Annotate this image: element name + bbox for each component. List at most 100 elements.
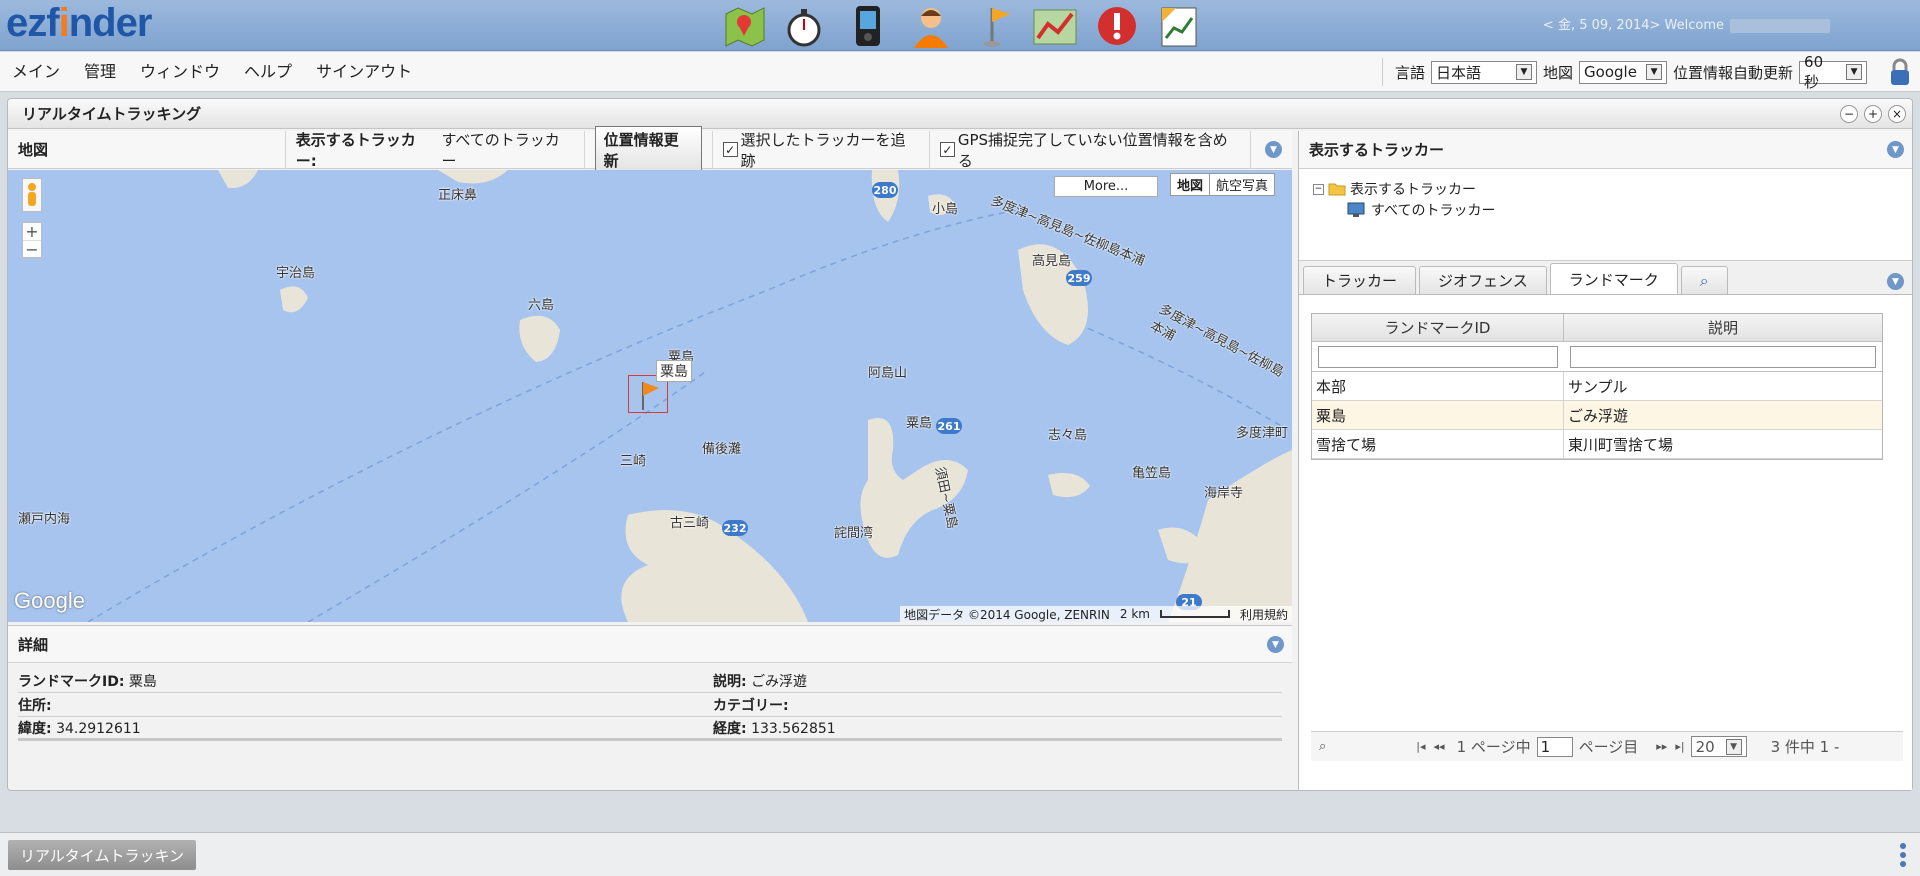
map-section-title: 地図 <box>8 130 286 169</box>
map-place-label: 備後灘 <box>702 442 742 457</box>
marker-label: 粟島 <box>656 360 692 382</box>
detail-longitude: 133.562851 <box>751 720 836 737</box>
maximize-button[interactable]: + <box>1864 105 1882 123</box>
road-number-marker: 232 <box>722 520 748 536</box>
realtime-tracking-panel: リアルタイムトラッキング − + × 地図 表示するトラッカー: すべてのトラッカ… <box>7 98 1913 791</box>
language-label: 言語 <box>1395 63 1426 82</box>
cell-landmark-id: 本部 <box>1312 372 1564 400</box>
menu-item[interactable]: 管理 <box>84 52 116 92</box>
user-icon[interactable] <box>906 2 956 50</box>
tab-landmarks[interactable]: ランドマーク <box>1549 263 1678 294</box>
map-place-label: 正床鼻 <box>438 188 478 203</box>
auto-refresh-label: 位置情報自動更新 <box>1673 63 1794 82</box>
filter-landmark-id-input[interactable] <box>1318 345 1558 368</box>
last-page-button[interactable]: ▸| <box>1675 740 1684 753</box>
collapse-icon[interactable]: ▼ <box>1887 273 1904 290</box>
cell-description: サンプル <box>1568 377 1628 396</box>
chevron-down-icon: ▼ <box>1516 64 1533 80</box>
map-icon[interactable] <box>720 2 770 50</box>
column-header-description[interactable]: 説明 <box>1564 314 1882 341</box>
road-number-marker: 280 <box>872 182 898 198</box>
tracker-group-icon <box>1347 202 1365 217</box>
map-provider-select[interactable]: Google ▼ <box>1579 60 1668 84</box>
app-icon-bar <box>720 2 1204 50</box>
lock-icon[interactable] <box>1888 58 1912 86</box>
search-icon[interactable]: ⌕ <box>1319 739 1326 754</box>
table-row[interactable]: 本部 サンプル <box>1312 372 1882 401</box>
minimize-button[interactable]: − <box>1840 105 1858 123</box>
include-gps-checkbox[interactable]: ✓ GPS捕捉完了していない位置情報を含める <box>930 130 1252 170</box>
ezfinder-logo[interactable]: ezfinder <box>6 0 152 46</box>
table-row[interactable]: 粟島 ごみ浮遊 <box>1312 401 1882 430</box>
prev-page-button[interactable]: ◂◂ <box>1434 740 1445 753</box>
tree-node-root[interactable]: − 表示するトラッカー <box>1313 179 1912 199</box>
first-page-button[interactable]: |◂ <box>1416 740 1425 753</box>
zoom-out-button[interactable]: − <box>23 240 41 258</box>
tab-search[interactable]: ⌕ <box>1680 266 1728 294</box>
map-type-satellite-button[interactable]: 航空写真 <box>1210 174 1274 195</box>
tab-trackers[interactable]: トラッカー <box>1303 266 1417 294</box>
tree-collapse-icon[interactable]: − <box>1313 183 1324 195</box>
detail-description: ごみ浮遊 <box>751 673 808 690</box>
page-size-select[interactable]: 20 ▼ <box>1690 736 1747 757</box>
detail-landmark-id: 粟島 <box>128 673 157 690</box>
close-button[interactable]: × <box>1888 105 1906 123</box>
tracker-tree: − 表示するトラッカー すべてのトラッカー <box>1299 169 1912 261</box>
folder-icon <box>1328 183 1346 196</box>
checkmark-icon: ✓ <box>939 142 955 157</box>
language-select[interactable]: 日本語 ▼ <box>1431 60 1538 84</box>
filter-description-input[interactable] <box>1570 345 1876 368</box>
route-icon[interactable] <box>1030 2 1080 50</box>
menu-item[interactable]: サインアウト <box>316 52 412 92</box>
menu-item[interactable]: ウィンドウ <box>140 52 220 92</box>
map-attribution: 地図データ ©2014 Google, ZENRIN 2 km 利用規約 <box>900 606 1292 622</box>
map-place-label: 六島 <box>528 298 555 313</box>
collapse-icon[interactable]: ▼ <box>1267 636 1284 653</box>
collapse-icon[interactable]: ▼ <box>1265 141 1283 158</box>
cell-description: 東川町雪捨て場 <box>1568 435 1674 454</box>
table-row[interactable]: 雪捨て場 東川町雪捨て場 <box>1312 430 1882 459</box>
report-icon[interactable] <box>1154 2 1204 50</box>
main-menu: メイン 管理 ウィンドウ ヘルプ サインアウト <box>12 52 412 92</box>
zoom-in-button[interactable]: + <box>23 223 41 240</box>
follow-tracker-checkbox[interactable]: ✓ 選択したトラッカーを追跡 <box>713 130 930 170</box>
tab-geofences[interactable]: ジオフェンス <box>1419 266 1547 294</box>
refresh-location-button[interactable]: 位置情報更新 <box>594 125 702 174</box>
map-place-label: 詫間湾 <box>834 526 874 541</box>
map-type-map-button[interactable]: 地図 <box>1171 174 1211 195</box>
checkmark-icon: ✓ <box>722 142 738 157</box>
taskbar-item-realtime-tracking[interactable]: リアルタイムトラッキン <box>8 840 196 870</box>
detail-latitude: 34.2912611 <box>56 720 141 737</box>
map-place-label: 高見島 <box>1032 254 1072 269</box>
road-number-marker: 261 <box>936 418 962 434</box>
tracker-side-pane: 表示するトラッカー ▼ − 表示するトラッカー すべてのトラッカー トラッカージ… <box>1298 131 1912 790</box>
tracker-display: 表示するトラッカー: すべてのトラッカー <box>286 130 585 170</box>
column-header-landmark-id[interactable]: ランドマークID <box>1312 314 1564 341</box>
map-place-label: 粟島 <box>906 416 933 431</box>
page-number-input[interactable]: 1 <box>1536 736 1573 757</box>
search-icon: ⌕ <box>1699 270 1709 290</box>
pegman-icon[interactable] <box>22 178 42 212</box>
auto-refresh-select[interactable]: 60 秒 ▼ <box>1799 53 1868 91</box>
map-view[interactable]: 正床鼻 宇治島 六島 粟島 阿島山 粟島 備後灘 三崎 古三崎 瀬戸内海 小島 高見島 多度津~高見島~… <box>8 170 1292 622</box>
landmark-table: ランドマークID 説明 本部 サンプル 粟島 ごみ浮遊 雪捨て場 東川町雪捨て場 <box>1311 313 1883 460</box>
tree-node-all-trackers[interactable]: すべてのトラッカー <box>1347 199 1912 221</box>
cell-landmark-id: 雪捨て場 <box>1312 430 1564 458</box>
more-button[interactable]: More... <box>1054 176 1158 197</box>
stopwatch-icon[interactable] <box>782 2 832 50</box>
flag-icon[interactable] <box>968 2 1018 50</box>
next-page-button[interactable]: ▸▸ <box>1656 740 1667 753</box>
terms-link[interactable]: 利用規約 <box>1240 606 1288 623</box>
menu-item[interactable]: ヘルプ <box>244 52 292 92</box>
settings-bar: 言語 日本語 ▼ 地図 Google ▼ 位置情報自動更新 60 秒 ▼ <box>1382 53 1868 91</box>
map-place-label: 海岸寺 <box>1204 486 1244 501</box>
panel-title: リアルタイムトラッキング <box>8 99 1912 129</box>
menu-item[interactable]: メイン <box>12 52 60 92</box>
tab-bar: トラッカー ジオフェンス ランドマーク ⌕ <box>1299 261 1912 295</box>
device-icon[interactable] <box>844 2 894 50</box>
more-options-icon[interactable] <box>1900 843 1906 867</box>
map-place-label: 阿島山 <box>868 366 908 381</box>
detail-category-label: カテゴリー: <box>713 697 789 714</box>
alert-icon[interactable] <box>1092 2 1142 50</box>
collapse-icon[interactable]: ▼ <box>1887 141 1904 158</box>
